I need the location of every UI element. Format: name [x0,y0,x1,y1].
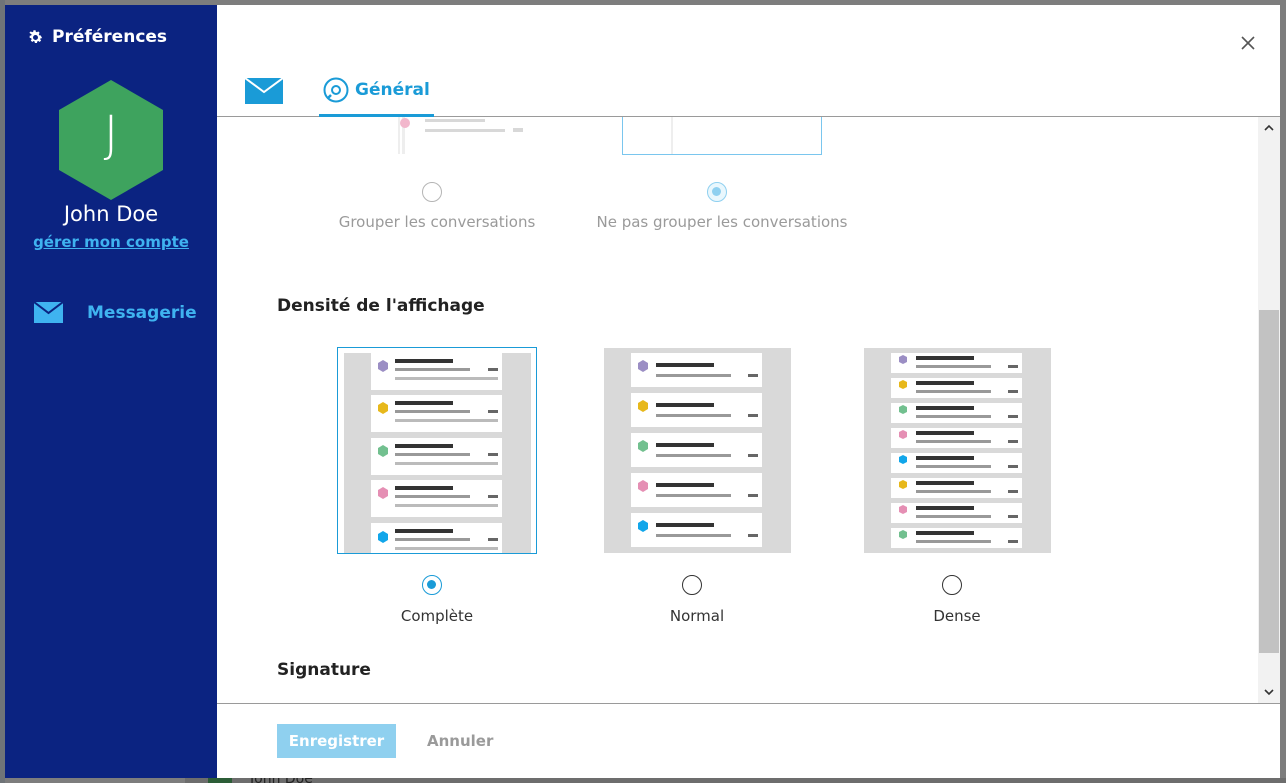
background-bottom [185,778,1286,783]
signature-section-title: Signature [277,660,371,680]
option-label: Ne pas grouper les conversations [596,213,848,231]
density-label-complete: Complète [400,607,474,625]
density-section-title: Densité de l'affichage [277,296,485,316]
radio-group-conversations[interactable] [422,182,442,202]
preferences-title: Préférences [27,27,167,47]
ungrouped-preview-thumbnail[interactable] [622,117,822,155]
preferences-sidebar: Préférences J John Doe gérer mon compte … [5,5,217,778]
preferences-content: Grouper les conversations Ne pas grouper… [217,117,1275,703]
radio-density-complete[interactable] [422,575,442,595]
wrench-cog-icon [323,77,349,103]
preview-divider [671,117,673,154]
radio-no-group-conversations[interactable] [707,182,727,202]
envelope-icon [34,302,63,323]
avatar-initial: J [103,105,119,163]
tab-general[interactable]: Général [319,77,434,117]
preferences-modal: Préférences J John Doe gérer mon compte … [5,5,1280,778]
user-name: John Doe [63,202,159,226]
close-icon[interactable] [1238,33,1258,53]
save-button[interactable]: Enregistrer [277,724,396,758]
preferences-main: Général Grouper les conversations Ne pas… [217,5,1280,778]
scrollbar-thumb[interactable] [1259,310,1279,653]
dialog-footer: Enregistrer Annuler [217,703,1280,778]
envelope-icon [244,77,284,104]
density-preview-dense[interactable] [864,348,1051,553]
dense-preview-graphic [891,353,1022,548]
radio-density-normal[interactable] [682,575,702,595]
sidebar-item-messagerie[interactable]: Messagerie [34,302,197,323]
tab-messagerie[interactable] [244,77,284,109]
tab-bar: Général [217,5,1280,117]
radio-density-dense[interactable] [942,575,962,595]
cancel-button[interactable]: Annuler [427,732,493,750]
grouped-preview-thumbnail[interactable] [385,117,530,155]
chevron-down-icon[interactable] [1262,685,1276,699]
sidebar-item-label: Messagerie [87,302,197,323]
complete-preview-graphic [344,353,531,553]
manage-account-link[interactable]: gérer mon compte [5,233,217,251]
density-label-dense: Dense [933,607,981,625]
option-label: Grouper les conversations [338,213,536,231]
density-label-normal: Normal [669,607,725,625]
tab-general-label: Général [355,80,430,100]
preferences-title-label: Préférences [52,27,168,47]
density-preview-normal[interactable] [604,348,791,553]
normal-preview-graphic [631,353,762,547]
density-preview-complete[interactable] [337,347,537,554]
gear-icon [29,29,43,43]
chevron-up-icon[interactable] [1262,121,1276,135]
content-scrollbar[interactable] [1258,117,1280,703]
